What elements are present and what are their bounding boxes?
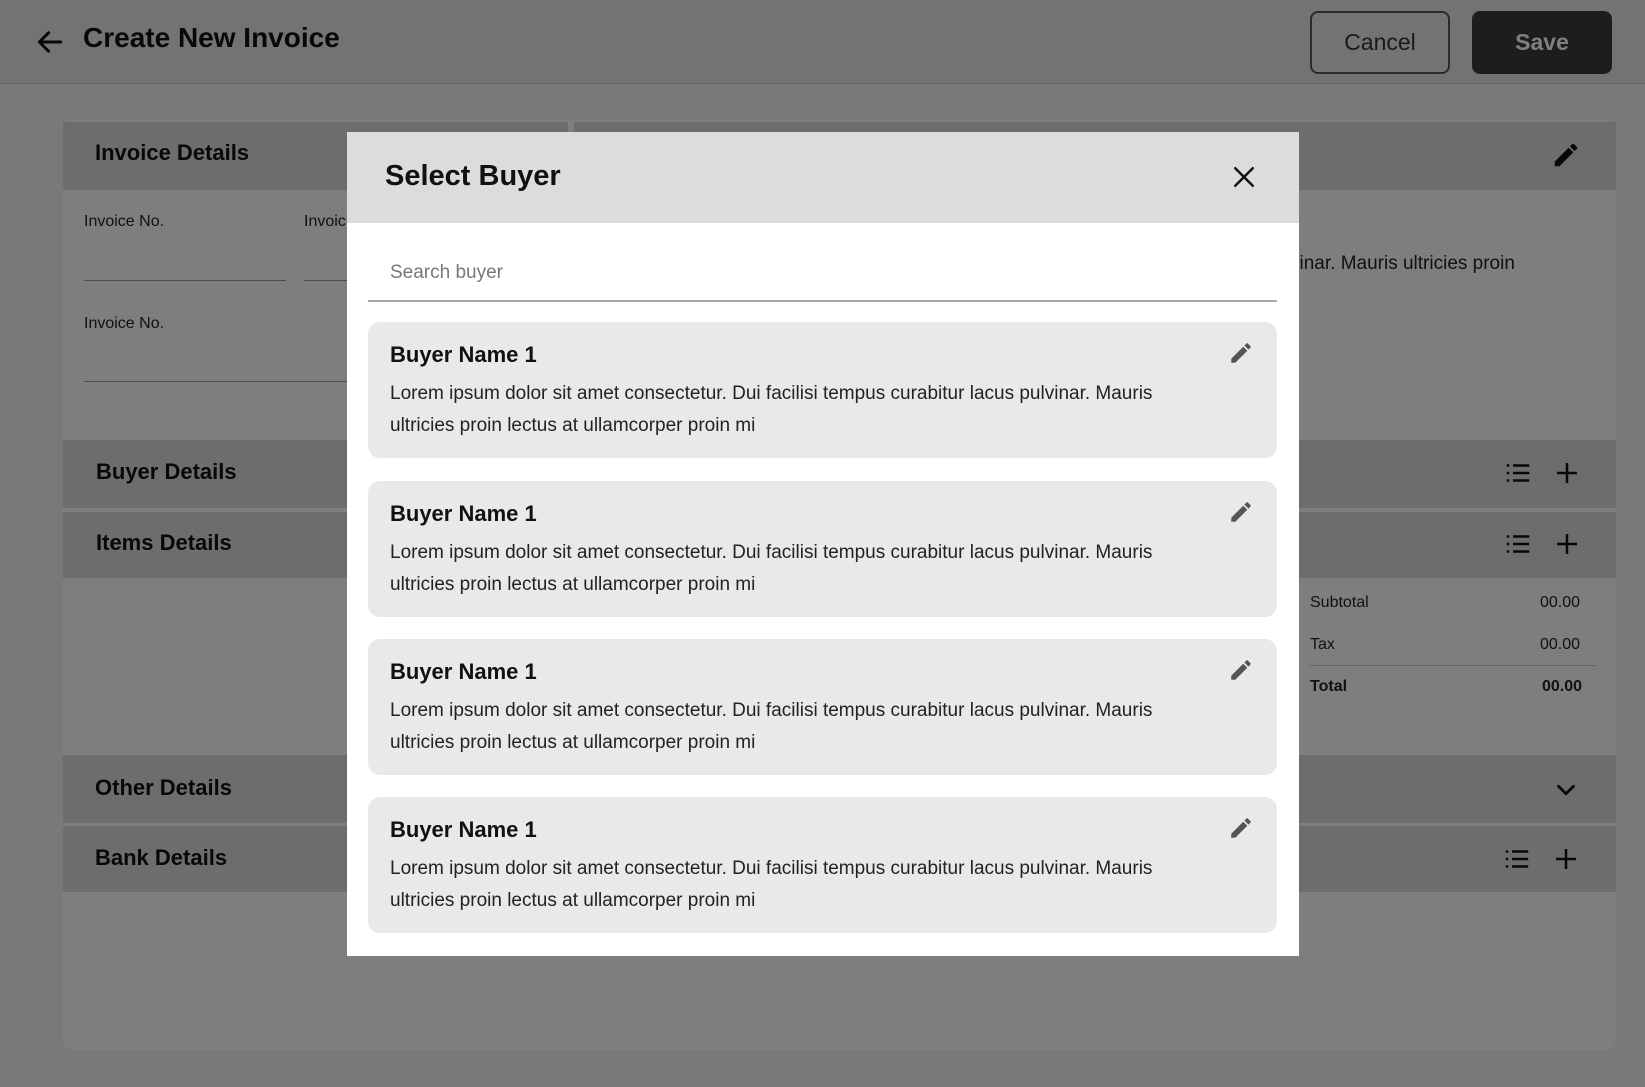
pencil-icon[interactable]: [1228, 815, 1254, 841]
buyer-name: Buyer Name 1: [390, 342, 537, 367]
search-buyer-input[interactable]: [368, 246, 1277, 302]
buyer-name: Buyer Name 1: [390, 817, 537, 842]
pencil-icon[interactable]: [1228, 657, 1254, 683]
pencil-icon[interactable]: [1228, 499, 1254, 525]
buyer-description: Lorem ipsum dolor sit amet consectetur. …: [390, 542, 1153, 595]
buyer-description: Lorem ipsum dolor sit amet consectetur. …: [390, 383, 1153, 436]
buyer-card[interactable]: Buyer Name 1 Lorem ipsum dolor sit amet …: [368, 481, 1277, 617]
modal-title: Select Buyer: [385, 160, 561, 192]
buyer-card[interactable]: Buyer Name 1 Lorem ipsum dolor sit amet …: [368, 639, 1277, 775]
buyer-name: Buyer Name 1: [390, 659, 537, 684]
pencil-icon[interactable]: [1228, 340, 1254, 366]
select-buyer-modal: Select Buyer Buyer Name 1 Lorem ipsum do…: [347, 132, 1299, 956]
buyer-card[interactable]: Buyer Name 1 Lorem ipsum dolor sit amet …: [368, 322, 1277, 458]
close-icon[interactable]: [1229, 162, 1259, 192]
buyer-description: Lorem ipsum dolor sit amet consectetur. …: [390, 858, 1153, 911]
buyer-card[interactable]: Buyer Name 1 Lorem ipsum dolor sit amet …: [368, 797, 1277, 933]
modal-header: Select Buyer: [347, 132, 1299, 223]
buyer-description: Lorem ipsum dolor sit amet consectetur. …: [390, 700, 1153, 753]
buyer-name: Buyer Name 1: [390, 501, 537, 526]
